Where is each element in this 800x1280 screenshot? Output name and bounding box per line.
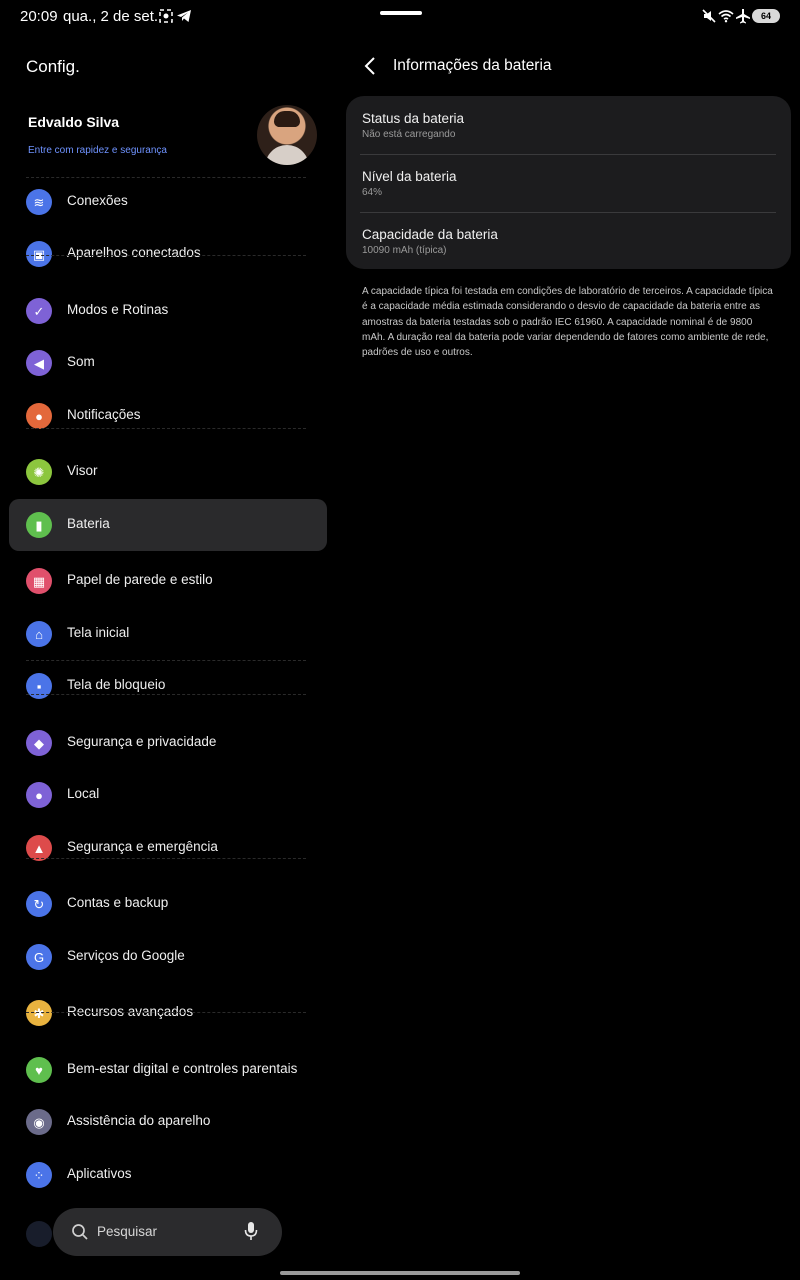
status-bar: 20:09 qua., 2 de set. 64 [0,0,800,34]
status-date: qua., 2 de set. [63,8,159,25]
home-indicator[interactable] [280,1271,520,1275]
divider [26,694,306,695]
screenshot-icon [159,9,173,23]
menu-item-local[interactable]: ● Local [9,769,327,821]
battery-status-value: Não está carregando [362,129,456,140]
menu-item-notificacoes[interactable]: ● Notificações [9,390,327,442]
lock-icon: ▪ [26,673,52,699]
menu-item-label: Aparelhos conectados [67,245,201,260]
menu-item-bem-estar-digital-e-controles-parentais[interactable]: ♥ Bem-estar digital e controles parentais [9,1044,327,1096]
menu-item-tela-inicial[interactable]: ⌂ Tela inicial [9,608,327,660]
battery-level-row[interactable]: Nível da bateria 64% [362,169,776,198]
search-icon [72,1224,88,1240]
settings-screen: 20:09 qua., 2 de set. 64 Config. Edvaldo… [0,0,800,1280]
menu-item-recursos-avancados[interactable]: ✱ Recursos avançados [9,987,327,1039]
menu-item-label: Bateria [67,516,110,531]
menu-item-label: Som [67,354,95,369]
mute-icon [702,9,716,23]
divider [26,858,306,859]
battery-info-card: Status da bateria Não está carregando Ní… [346,96,791,269]
status-time: 20:09 [20,8,58,25]
settings-list-pane: Config. Edvaldo Silva Entre com rapidez … [0,34,340,1280]
menu-item-seguranca-e-privacidade[interactable]: ◆ Segurança e privacidade [9,717,327,769]
camera-pill [380,11,422,15]
battery-icon: ▮ [26,512,52,538]
menu-item-label: Local [67,786,100,801]
search-input[interactable]: Pesquisar [97,1224,157,1239]
battery-level-title: Nível da bateria [362,169,457,184]
menu-item-label: Segurança e privacidade [67,734,217,749]
home-icon: ⌂ [26,621,52,647]
menu-item-servicos-do-google[interactable]: G Serviços do Google [9,931,327,983]
menu-item-label: Aplicativos [67,1166,132,1181]
menu-item-label: Notificações [67,407,141,422]
menu-item-modos-e-rotinas[interactable]: ✓ Modos e Rotinas [9,285,327,337]
settings-peek-icon [26,1221,52,1247]
wallpaper-icon: ▦ [26,568,52,594]
detail-title: Informações da bateria [393,57,552,74]
modes-icon: ✓ [26,298,52,324]
menu-item-label: Tela inicial [67,625,130,640]
battery-capacity-value: 10090 mAh (típica) [362,245,447,256]
gear-icon: ✱ [26,1000,52,1026]
menu-item-label: Conexões [67,193,128,208]
avatar[interactable] [257,105,317,165]
menu-item-seguranca-e-emergencia[interactable]: ▲ Segurança e emergência [9,822,327,874]
apps-icon: ⁘ [26,1162,52,1188]
divider [26,660,306,661]
telegram-icon [177,10,191,22]
google-icon: G [26,944,52,970]
bell-icon: ● [26,403,52,429]
battery-status-row[interactable]: Status da bateria Não está carregando [362,111,776,140]
menu-item-label: Segurança e emergência [67,839,218,854]
battery-capacity-row[interactable]: Capacidade da bateria 10090 mAh (típica) [362,227,776,256]
devices-icon: ▣ [26,241,52,267]
menu-item-conexoes[interactable]: ≋ Conexões [9,176,327,228]
menu-item-label: Modos e Rotinas [67,302,169,317]
menu-item-label: Papel de parede e estilo [67,572,213,587]
location-icon: ● [26,782,52,808]
airplane-icon [736,9,750,24]
menu-item-assistencia-do-aparelho[interactable]: ◉ Assistência do aparelho [9,1096,327,1148]
menu-item-bateria[interactable]: ▮ Bateria [9,499,327,551]
wifi-icon [718,10,734,23]
wellbeing-icon: ♥ [26,1057,52,1083]
display-icon: ✺ [26,459,52,485]
search-bar[interactable]: Pesquisar [53,1208,282,1256]
menu-item-tela-de-bloqueio[interactable]: ▪ Tela de bloqueio [9,660,327,712]
sound-icon: ◀ [26,350,52,376]
menu-item-label: Assistência do aparelho [67,1113,211,1128]
divider [26,255,306,256]
menu-item-aparelhos-conectados[interactable]: ▣ Aparelhos conectados [9,228,327,280]
microphone-icon[interactable] [243,1221,259,1241]
divider [360,212,776,213]
menu-item-label: Bem-estar digital e controles parentais [67,1061,298,1076]
divider [26,428,306,429]
menu-item-aplicativos[interactable]: ⁘ Aplicativos [9,1149,327,1201]
battery-level-value: 64% [362,187,383,198]
profile-name[interactable]: Edvaldo Silva [28,114,119,130]
menu-item-label: Visor [67,463,98,478]
menu-item-label: Serviços do Google [67,948,185,963]
battery-status-title: Status da bateria [362,111,465,126]
capacity-note: A capacidade típica foi testada em condi… [362,286,773,359]
menu-item-som[interactable]: ◀ Som [9,337,327,389]
menu-item-label: Contas e backup [67,895,169,910]
device-care-icon: ◉ [26,1109,52,1135]
wifi-icon: ≋ [26,189,52,215]
back-arrow-icon[interactable] [360,54,382,78]
divider [360,154,776,155]
battery-capacity-title: Capacidade da bateria [362,227,498,242]
page-title: Config. [26,57,80,76]
menu-item-visor[interactable]: ✺ Visor [9,446,327,498]
menu-item-papel-de-parede-e-estilo[interactable]: ▦ Papel de parede e estilo [9,555,327,607]
menu-item-contas-e-backup[interactable]: ↻ Contas e backup [9,878,327,930]
sync-icon: ↻ [26,891,52,917]
profile-subtitle-link[interactable]: Entre com rapidez e segurança [28,145,167,156]
menu-item-label: Tela de bloqueio [67,677,166,692]
shield-icon: ◆ [26,730,52,756]
battery-icon: 64 [752,9,780,23]
divider [26,1012,306,1013]
